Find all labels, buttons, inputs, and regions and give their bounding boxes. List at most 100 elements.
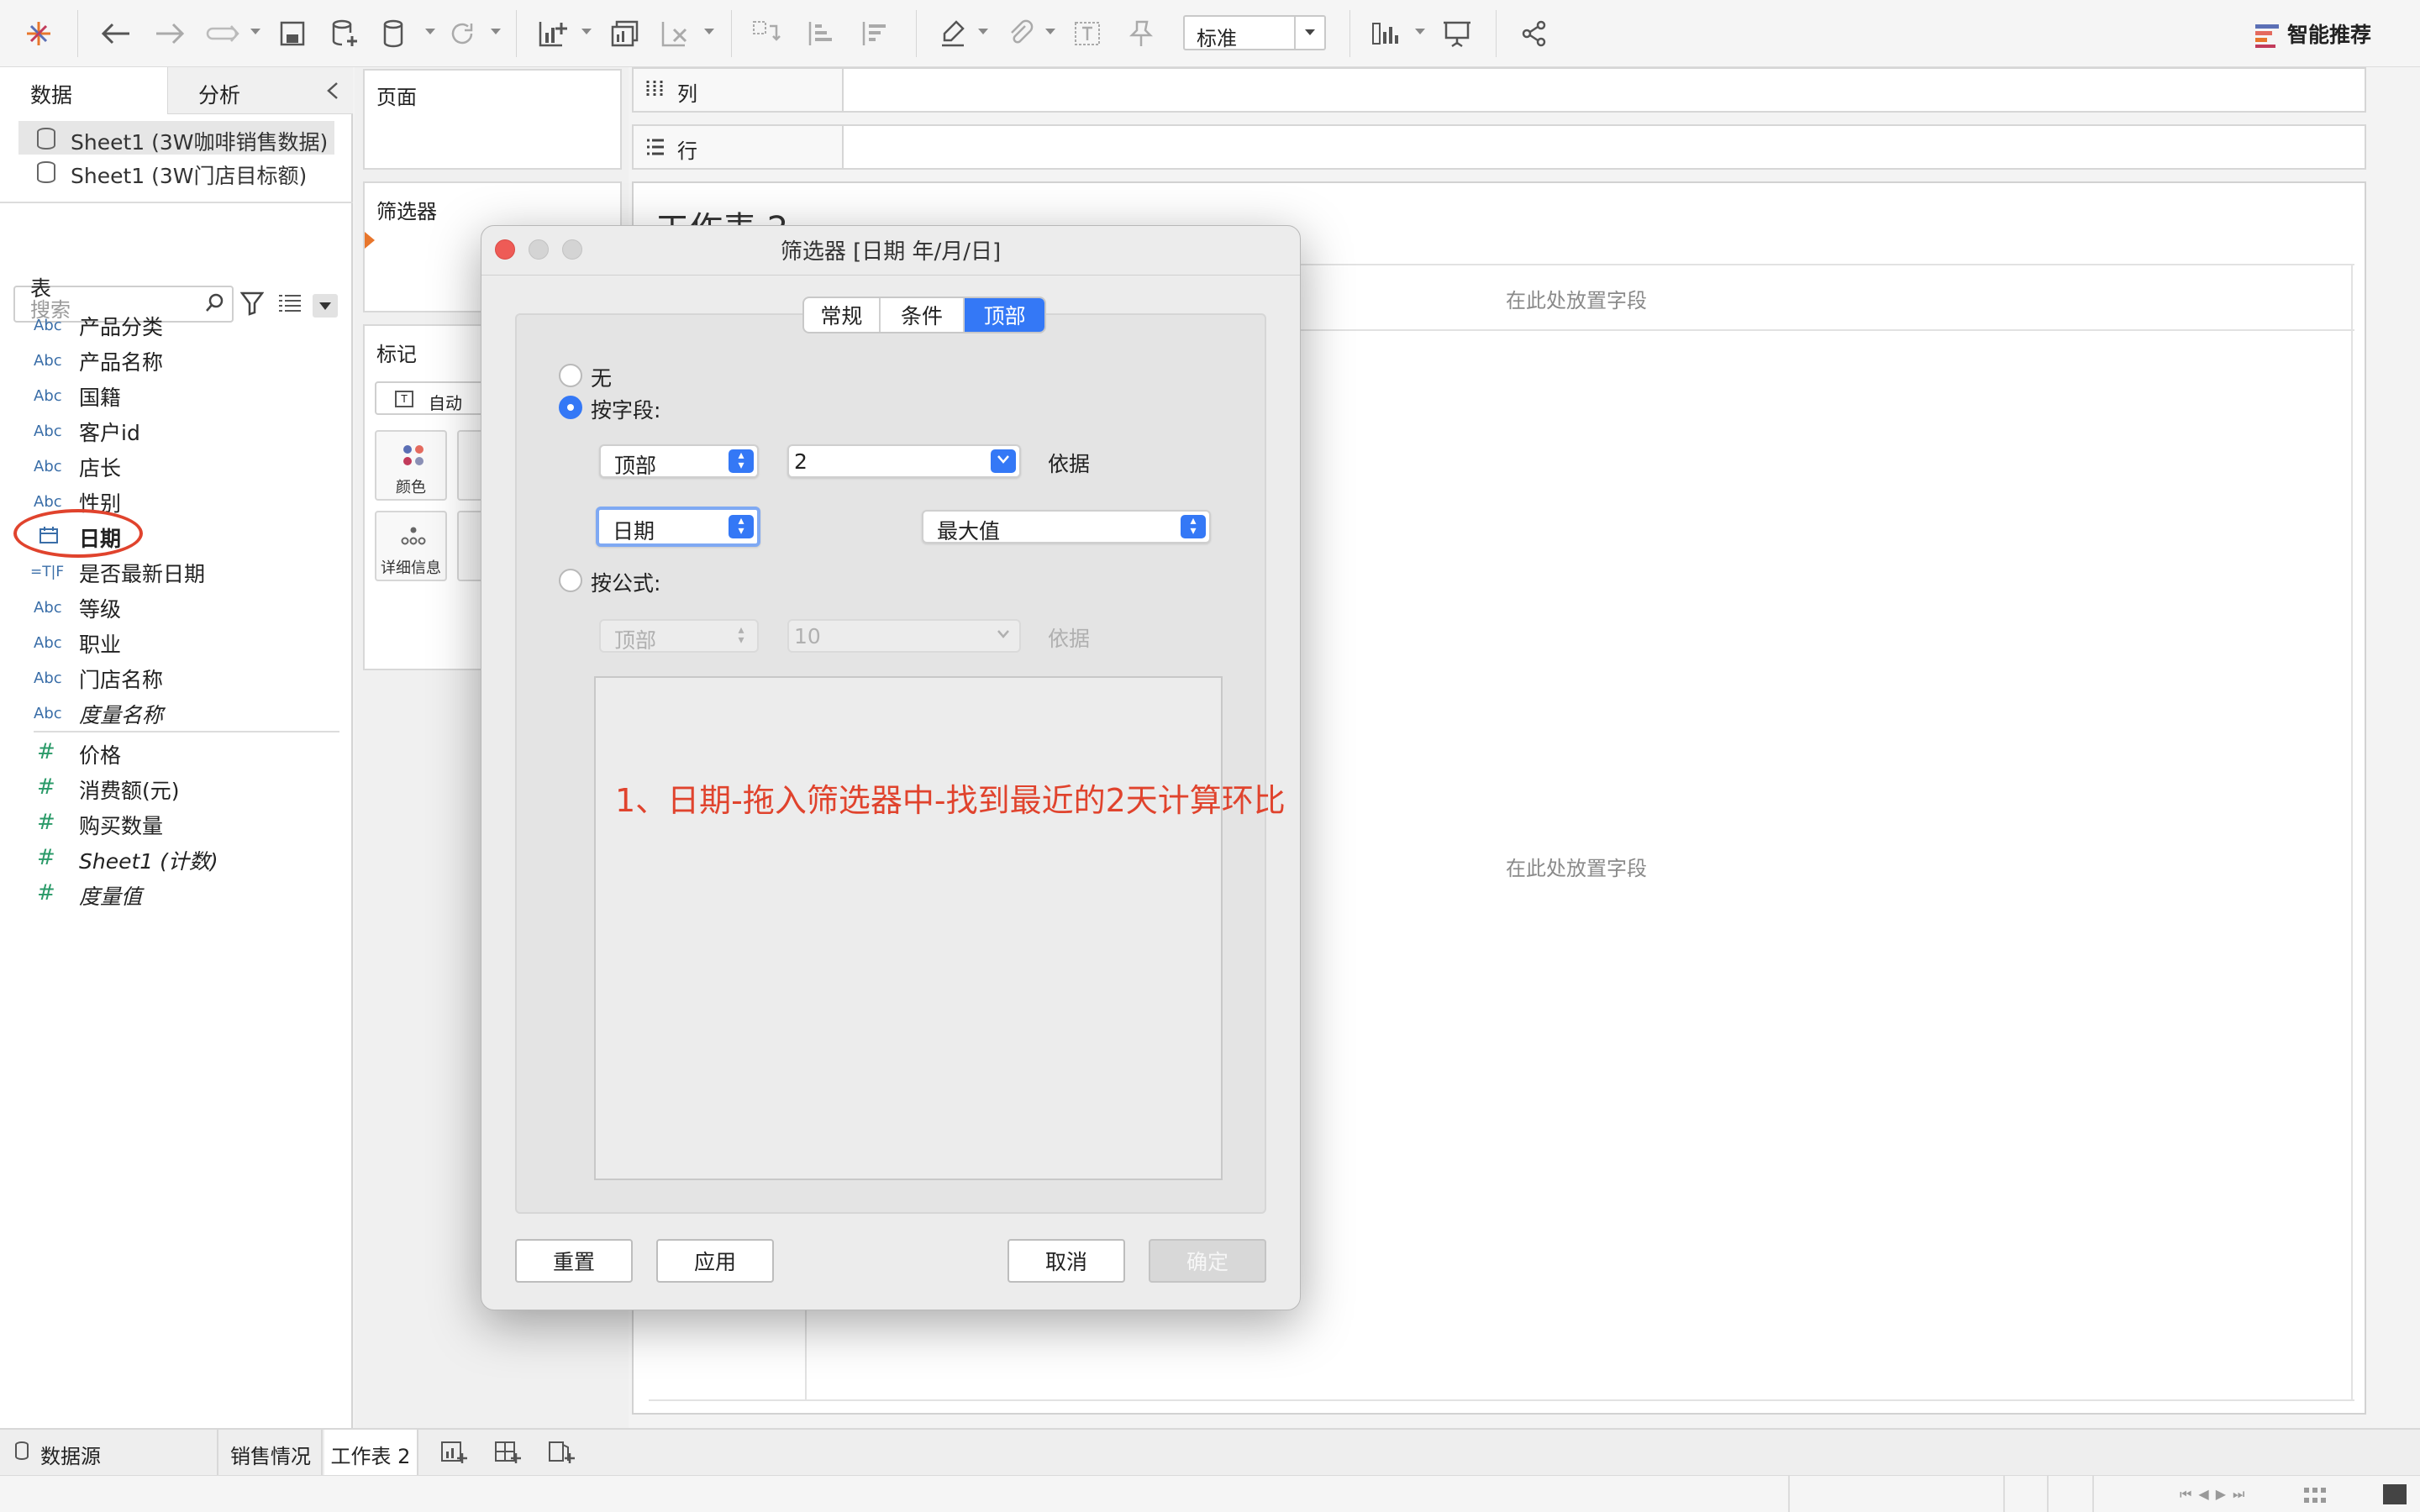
new-worksheet-icon[interactable] bbox=[440, 1440, 467, 1470]
formula-top-bottom-value: 顶部 bbox=[614, 628, 657, 653]
aggregation-value: 最大值 bbox=[937, 519, 1001, 543]
ok-button[interactable]: 确定 bbox=[1149, 1239, 1266, 1283]
field-name: 客户id bbox=[79, 421, 140, 445]
new-worksheet-icon[interactable] bbox=[536, 17, 570, 50]
refresh-icon[interactable] bbox=[445, 17, 479, 50]
updown-chevron-icon: ▴ ▾ bbox=[729, 515, 754, 538]
datasource-item[interactable]: Sheet1 (3W门店目标额) bbox=[18, 155, 334, 188]
formula-editor[interactable] bbox=[594, 676, 1223, 1180]
tab-general[interactable]: 常规 bbox=[804, 298, 881, 332]
cancel-button[interactable]: 取消 bbox=[1007, 1239, 1125, 1283]
collapse-pane-icon[interactable] bbox=[326, 81, 339, 106]
pin-axes-icon[interactable] bbox=[1124, 17, 1158, 50]
redo-icon[interactable] bbox=[153, 17, 187, 50]
top-bottom-select[interactable]: 顶部 ▴ ▾ bbox=[599, 444, 759, 478]
mark-type-value: 自动 bbox=[429, 393, 462, 413]
tab-data[interactable]: 数据 bbox=[0, 67, 168, 114]
chevron-down-icon bbox=[1294, 17, 1324, 49]
aggregation-select[interactable]: 最大值 ▴ ▾ bbox=[922, 510, 1211, 543]
string-type-icon: Abc bbox=[34, 423, 62, 440]
number-type-icon: # bbox=[37, 810, 55, 835]
formula-by-label: 依据 bbox=[1048, 627, 1091, 651]
tabs-view-icon[interactable] bbox=[2383, 1484, 2407, 1504]
text-mark-icon: T bbox=[395, 391, 413, 407]
rows-shelf[interactable]: 行 bbox=[632, 124, 2366, 170]
sheet-navigation-icon[interactable]: ⏮◀▶⏭ bbox=[2180, 1486, 2251, 1503]
new-dashboard-icon[interactable] bbox=[494, 1440, 521, 1470]
new-story-icon[interactable] bbox=[548, 1440, 575, 1470]
new-datasource-icon[interactable] bbox=[328, 17, 361, 50]
radio-by-field[interactable] bbox=[559, 396, 582, 419]
save-icon[interactable] bbox=[276, 17, 309, 50]
field-name: 价格 bbox=[79, 743, 122, 768]
boolean-type-icon: =T|F bbox=[30, 564, 65, 580]
swap-rows-columns-icon[interactable] bbox=[750, 17, 783, 50]
pages-shelf[interactable]: 页面 bbox=[363, 69, 622, 170]
radio-none[interactable] bbox=[559, 364, 582, 387]
datasource-item[interactable]: Sheet1 (3W咖啡销售数据) bbox=[18, 121, 334, 155]
tables-header: 表 bbox=[30, 276, 52, 301]
database-icon bbox=[37, 128, 55, 150]
view-drop-zone[interactable]: 在此处放置字段 bbox=[1506, 852, 1647, 881]
divider bbox=[34, 731, 339, 732]
detail-button[interactable]: 详细信息 bbox=[375, 511, 447, 581]
view-size-select[interactable]: 标准 bbox=[1183, 15, 1326, 50]
clear-sheet-icon[interactable] bbox=[659, 17, 692, 50]
string-type-icon: Abc bbox=[34, 669, 62, 687]
filter-icon[interactable] bbox=[239, 291, 265, 321]
field-name: 职业 bbox=[79, 633, 122, 657]
formula-top-bottom-select[interactable]: 顶部 ▴ ▾ bbox=[599, 619, 759, 653]
database-icon bbox=[37, 161, 55, 183]
field-name: 度量名称 bbox=[79, 703, 164, 727]
view-list-icon[interactable] bbox=[277, 292, 302, 318]
tableau-logo-icon[interactable] bbox=[22, 17, 55, 50]
share-icon[interactable] bbox=[1518, 17, 1551, 50]
list-options-chevron-icon[interactable] bbox=[313, 294, 338, 318]
sort-descending-icon[interactable] bbox=[857, 17, 891, 50]
color-button[interactable]: 颜色 bbox=[375, 430, 447, 501]
datasource-label: Sheet1 (3W门店目标额) bbox=[71, 164, 308, 188]
by-label: 依据 bbox=[1048, 452, 1091, 476]
radio-by-formula-label: 按公式: bbox=[591, 571, 661, 596]
number-type-icon: # bbox=[37, 880, 55, 906]
count-combobox[interactable]: 2 bbox=[787, 444, 1021, 478]
apply-button[interactable]: 应用 bbox=[656, 1239, 774, 1283]
filmstrip-view-icon[interactable] bbox=[2302, 1486, 2328, 1504]
search-icon bbox=[205, 292, 225, 319]
show-me-icon[interactable] bbox=[2252, 18, 2282, 52]
rows-icon bbox=[645, 138, 666, 161]
sort-ascending-icon[interactable] bbox=[803, 17, 837, 50]
chevron-down-icon bbox=[991, 624, 1016, 648]
tab-analysis[interactable]: 分析 bbox=[168, 67, 353, 114]
duplicate-sheet-icon[interactable] bbox=[608, 17, 642, 50]
field-select[interactable]: 日期 ▴ ▾ bbox=[596, 507, 760, 547]
group-members-icon[interactable] bbox=[1003, 17, 1037, 50]
field-name: 国籍 bbox=[79, 386, 122, 410]
rows-label: 行 bbox=[677, 139, 697, 163]
tab-datasource[interactable]: 数据源 bbox=[0, 1430, 218, 1475]
columns-drop-zone[interactable]: 在此处放置字段 bbox=[1506, 284, 1647, 313]
show-me-button[interactable]: 智能推荐 bbox=[2287, 18, 2371, 49]
datasource-pause-icon[interactable] bbox=[378, 17, 412, 50]
radio-by-field-label: 按字段: bbox=[591, 398, 661, 423]
reset-button[interactable]: 重置 bbox=[515, 1239, 633, 1283]
updown-chevron-icon: ▴ ▾ bbox=[1181, 515, 1206, 538]
show-cards-icon[interactable] bbox=[1370, 17, 1403, 50]
tab-sheet[interactable]: 销售情况 bbox=[220, 1430, 323, 1475]
highlight-icon[interactable] bbox=[936, 17, 970, 50]
tab-condition[interactable]: 条件 bbox=[881, 298, 965, 332]
undo-icon[interactable] bbox=[99, 17, 133, 50]
formula-count-combobox[interactable]: 10 bbox=[787, 619, 1021, 653]
field-name: 度量值 bbox=[79, 885, 143, 909]
radio-by-formula[interactable] bbox=[559, 569, 582, 592]
chevron-down-icon bbox=[991, 449, 1016, 473]
string-type-icon: Abc bbox=[34, 599, 62, 617]
columns-shelf[interactable]: 列 bbox=[632, 67, 2366, 113]
tab-top[interactable]: 顶部 bbox=[965, 298, 1044, 332]
tab-sheet-active[interactable]: 工作表 2 bbox=[324, 1430, 418, 1475]
show-mark-labels-icon[interactable] bbox=[1071, 17, 1104, 50]
string-type-icon: Abc bbox=[34, 493, 62, 511]
presentation-mode-icon[interactable] bbox=[1440, 17, 1474, 50]
replay-icon[interactable] bbox=[205, 17, 244, 50]
field-name: 店长 bbox=[79, 456, 122, 480]
